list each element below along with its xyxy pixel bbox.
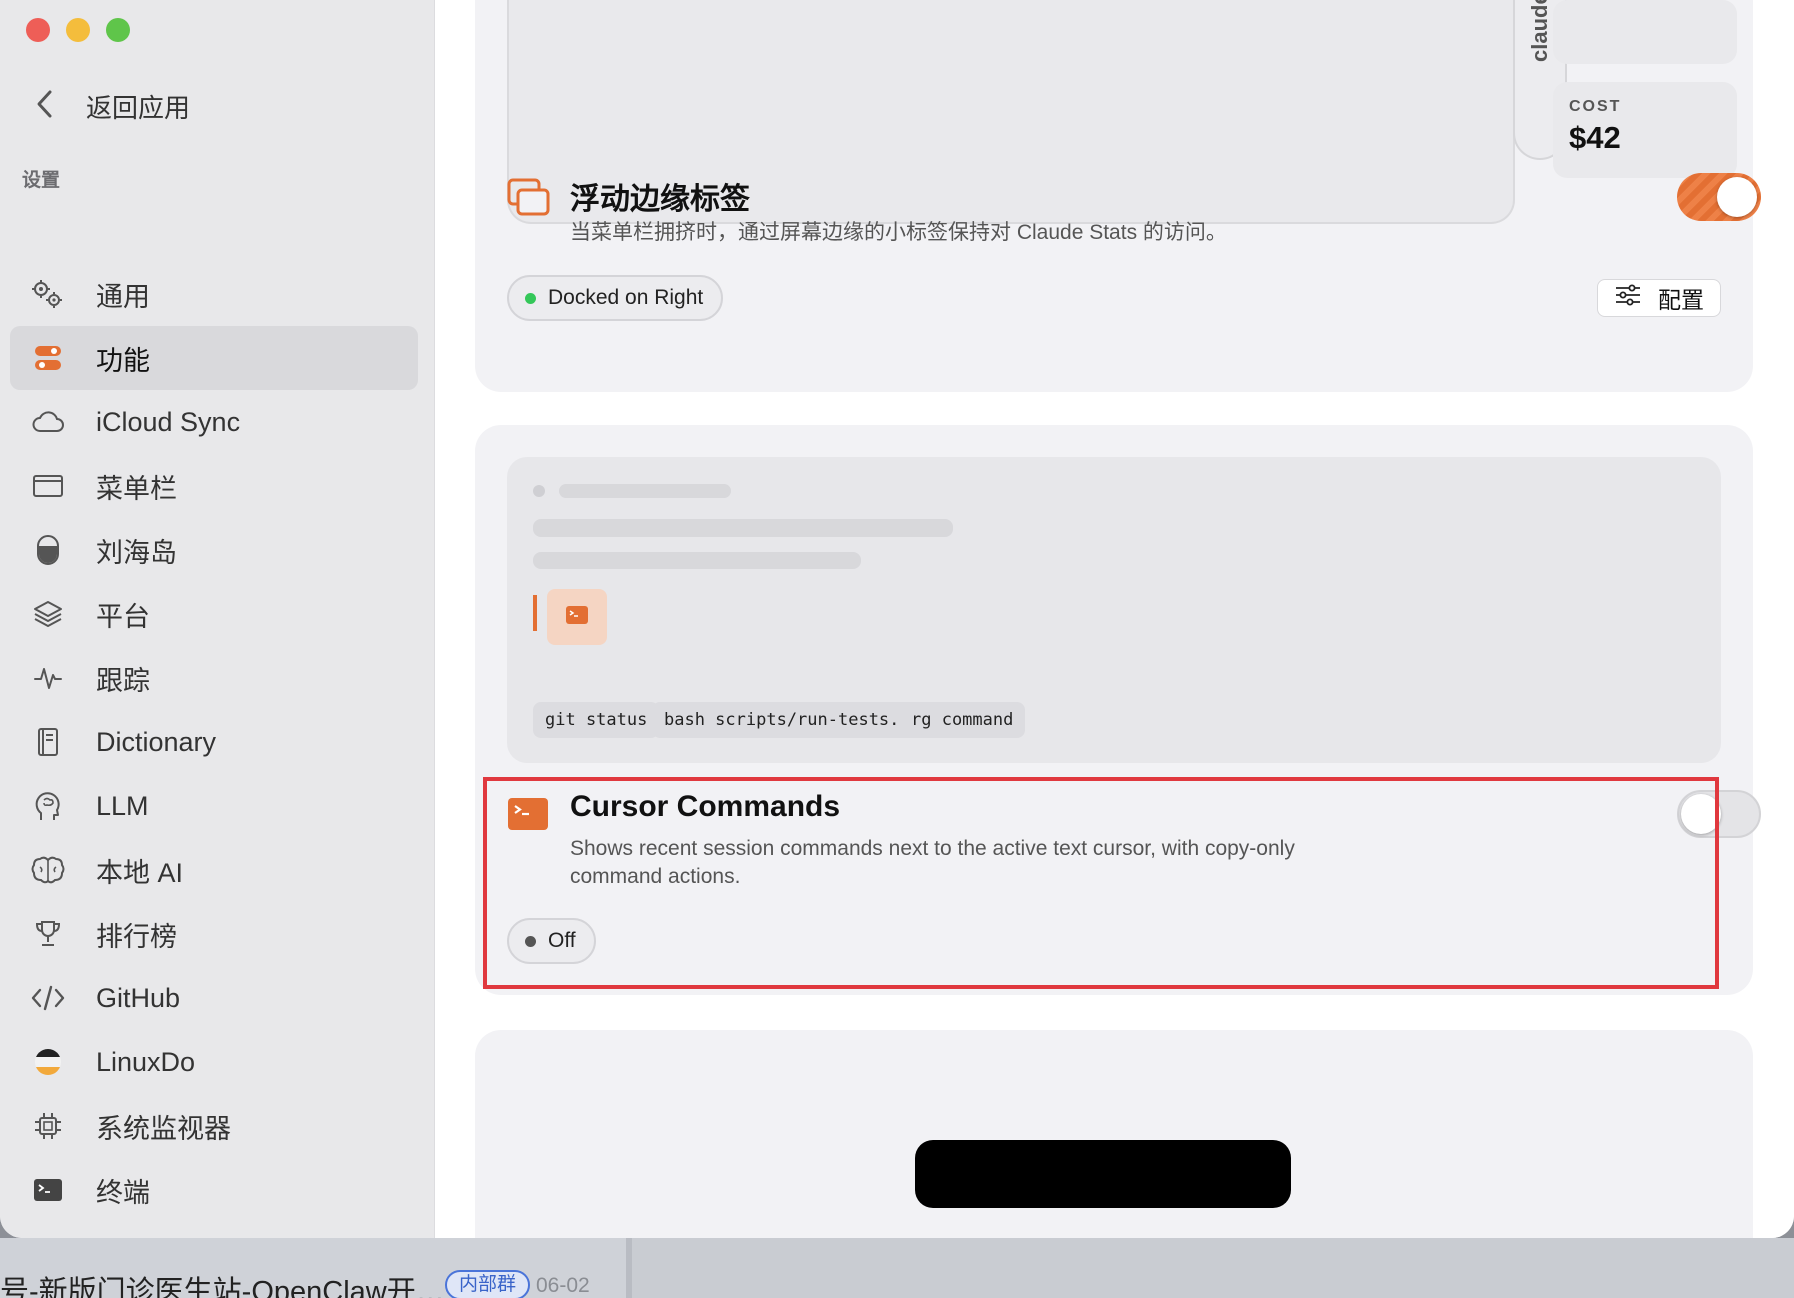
main-content: claude COST $42 浮动边缘标签 当菜单栏拥挤时，通过屏幕边缘的小标…	[435, 0, 1794, 1238]
sidebar-item-leaderboard[interactable]: 排行榜	[10, 902, 418, 966]
sidebar-item-label: LinuxDo	[96, 1046, 196, 1077]
text-cursor	[533, 595, 537, 631]
close-window-button[interactable]	[26, 18, 50, 42]
stat-tile	[1553, 0, 1737, 64]
sidebar-item-label: 菜单栏	[96, 473, 177, 504]
sidebar-item-features[interactable]: 功能	[10, 326, 418, 390]
background-chat-list: 号-新版门诊医生站-OpenClaw开… 内部群 06-02	[0, 1238, 632, 1298]
sidebar-item-label: 通用	[96, 281, 150, 312]
cursor-commands-preview: git status bash scripts/run-tests.sh rg …	[507, 457, 1721, 763]
mouse-icon	[30, 532, 66, 568]
background-chat-badge: 内部群	[445, 1270, 531, 1298]
redacted-region	[915, 1140, 1291, 1208]
sidebar-item-label: Dictionary	[96, 726, 217, 757]
settings-section-label: 设置	[22, 170, 61, 191]
sidebar-item-menubar[interactable]: 菜单栏	[10, 454, 418, 518]
toggle-knob	[1717, 177, 1757, 217]
terminal-icon	[565, 605, 589, 630]
background-chat-title: 号-新版门诊医生站-OpenClaw开…	[0, 1276, 445, 1298]
sidebar-item-tracking[interactable]: 跟踪	[10, 646, 418, 710]
sidebar-item-label: 跟踪	[96, 665, 150, 696]
windows-stack-icon	[507, 178, 550, 218]
cursor-command-chip[interactable]	[547, 589, 607, 645]
sidebar: 返回应用 设置 通用 功能 iCloud Sync 菜单栏 刘海岛 平台 跟踪 …	[0, 0, 435, 1238]
sidebar-item-about[interactable]: 关于	[10, 1222, 418, 1238]
configure-label: 配置	[1658, 287, 1704, 313]
sidebar-item-label: 平台	[96, 601, 150, 632]
sidebar-item-label: 功能	[96, 345, 150, 376]
background-app-strip: 号-新版门诊医生站-OpenClaw开… 内部群 06-02	[0, 1238, 1794, 1298]
skeleton-line	[559, 484, 731, 498]
command-chip[interactable]: git status	[533, 702, 660, 738]
background-chat-date: 06-02	[536, 1274, 590, 1297]
pulse-icon	[30, 660, 66, 696]
skeleton-dot	[533, 485, 545, 497]
info-icon	[30, 1236, 66, 1238]
brain-head-icon	[30, 788, 66, 824]
back-to-app-button[interactable]: 返回应用	[30, 84, 190, 128]
cost-label: COST	[1569, 98, 1622, 115]
cursor-commands-card: git status bash scripts/run-tests.sh rg …	[475, 425, 1761, 995]
back-to-app-label: 返回应用	[86, 92, 191, 123]
book-icon	[30, 724, 66, 760]
sidebar-item-github[interactable]: GitHub	[10, 966, 418, 1030]
sidebar-item-label: 刘海岛	[96, 537, 177, 568]
sidebar-item-label: 本地 AI	[96, 857, 184, 888]
trophy-icon	[30, 916, 66, 952]
cpu-icon	[30, 1108, 66, 1144]
gears-icon	[30, 276, 66, 312]
floating-tab-description: 当菜单栏拥挤时，通过屏幕边缘的小标签保持对 Claude Stats 的访问。	[570, 221, 1227, 244]
sliders-icon	[1614, 284, 1642, 312]
sidebar-item-linuxdo[interactable]: LinuxDo	[10, 1030, 418, 1094]
floating-tab-status: Docked on Right	[548, 286, 704, 309]
settings-window: 返回应用 设置 通用 功能 iCloud Sync 菜单栏 刘海岛 平台 跟踪 …	[0, 0, 1794, 1238]
sidebar-item-notch[interactable]: 刘海岛	[10, 518, 418, 582]
brain-icon	[30, 852, 66, 888]
code-icon	[30, 980, 66, 1016]
command-chip[interactable]: rg command	[899, 702, 1026, 738]
linuxdo-logo-icon	[30, 1044, 66, 1080]
sidebar-item-label: LLM	[96, 790, 149, 821]
sidebar-item-terminal[interactable]: 终端	[10, 1158, 418, 1222]
floating-edge-tab-content: claude COST $42 浮动边缘标签 当菜单栏拥挤时，通过屏幕边缘的小标…	[475, 0, 1761, 392]
toggles-icon	[30, 340, 66, 376]
sidebar-item-local-ai[interactable]: 本地 AI	[10, 838, 418, 902]
floating-edge-tab-card: claude COST $42 浮动边缘标签 当菜单栏拥挤时，通过屏幕边缘的小标…	[475, 0, 1761, 392]
floating-tab-status-pill: Docked on Right	[507, 275, 724, 321]
menubar-icon	[30, 468, 66, 504]
sidebar-item-label: 关于	[96, 1235, 150, 1239]
status-dot	[525, 292, 536, 304]
zoom-window-button[interactable]	[106, 18, 130, 42]
floating-tab-toggle[interactable]	[1677, 173, 1761, 221]
sidebar-item-system-monitor[interactable]: 系统监视器	[10, 1094, 418, 1158]
next-feature-card	[475, 1030, 1753, 1238]
layers-icon	[30, 596, 66, 632]
side-tab-label: claude	[1527, 0, 1552, 62]
terminal-icon	[30, 1172, 66, 1208]
sidebar-item-label: iCloud Sync	[96, 406, 241, 437]
sidebar-item-llm[interactable]: LLM	[10, 774, 418, 838]
skeleton-line	[533, 552, 861, 569]
command-chip[interactable]: bash scripts/run-tests.sh	[652, 702, 932, 738]
sidebar-item-platform[interactable]: 平台	[10, 582, 418, 646]
cloud-icon	[30, 404, 66, 440]
sidebar-item-general[interactable]: 通用	[10, 262, 418, 326]
chevron-left-icon	[30, 89, 60, 124]
sidebar-nav: 通用 功能 iCloud Sync 菜单栏 刘海岛 平台 跟踪 Dictiona…	[10, 262, 418, 1238]
sidebar-item-icloud-sync[interactable]: iCloud Sync	[10, 390, 418, 454]
highlight-box	[483, 777, 1719, 989]
skeleton-line	[533, 519, 953, 537]
cost-value: $42	[1569, 120, 1621, 155]
sidebar-item-label: 系统监视器	[96, 1113, 231, 1144]
minimize-window-button[interactable]	[66, 18, 90, 42]
configure-button[interactable]: 配置	[1597, 279, 1721, 317]
cost-tile: COST $42	[1553, 82, 1737, 178]
sidebar-item-dictionary[interactable]: Dictionary	[10, 710, 418, 774]
floating-tab-title: 浮动边缘标签	[570, 183, 750, 216]
sidebar-item-label: GitHub	[96, 982, 181, 1013]
sidebar-item-label: 终端	[96, 1177, 150, 1208]
sidebar-item-label: 排行榜	[96, 921, 177, 952]
